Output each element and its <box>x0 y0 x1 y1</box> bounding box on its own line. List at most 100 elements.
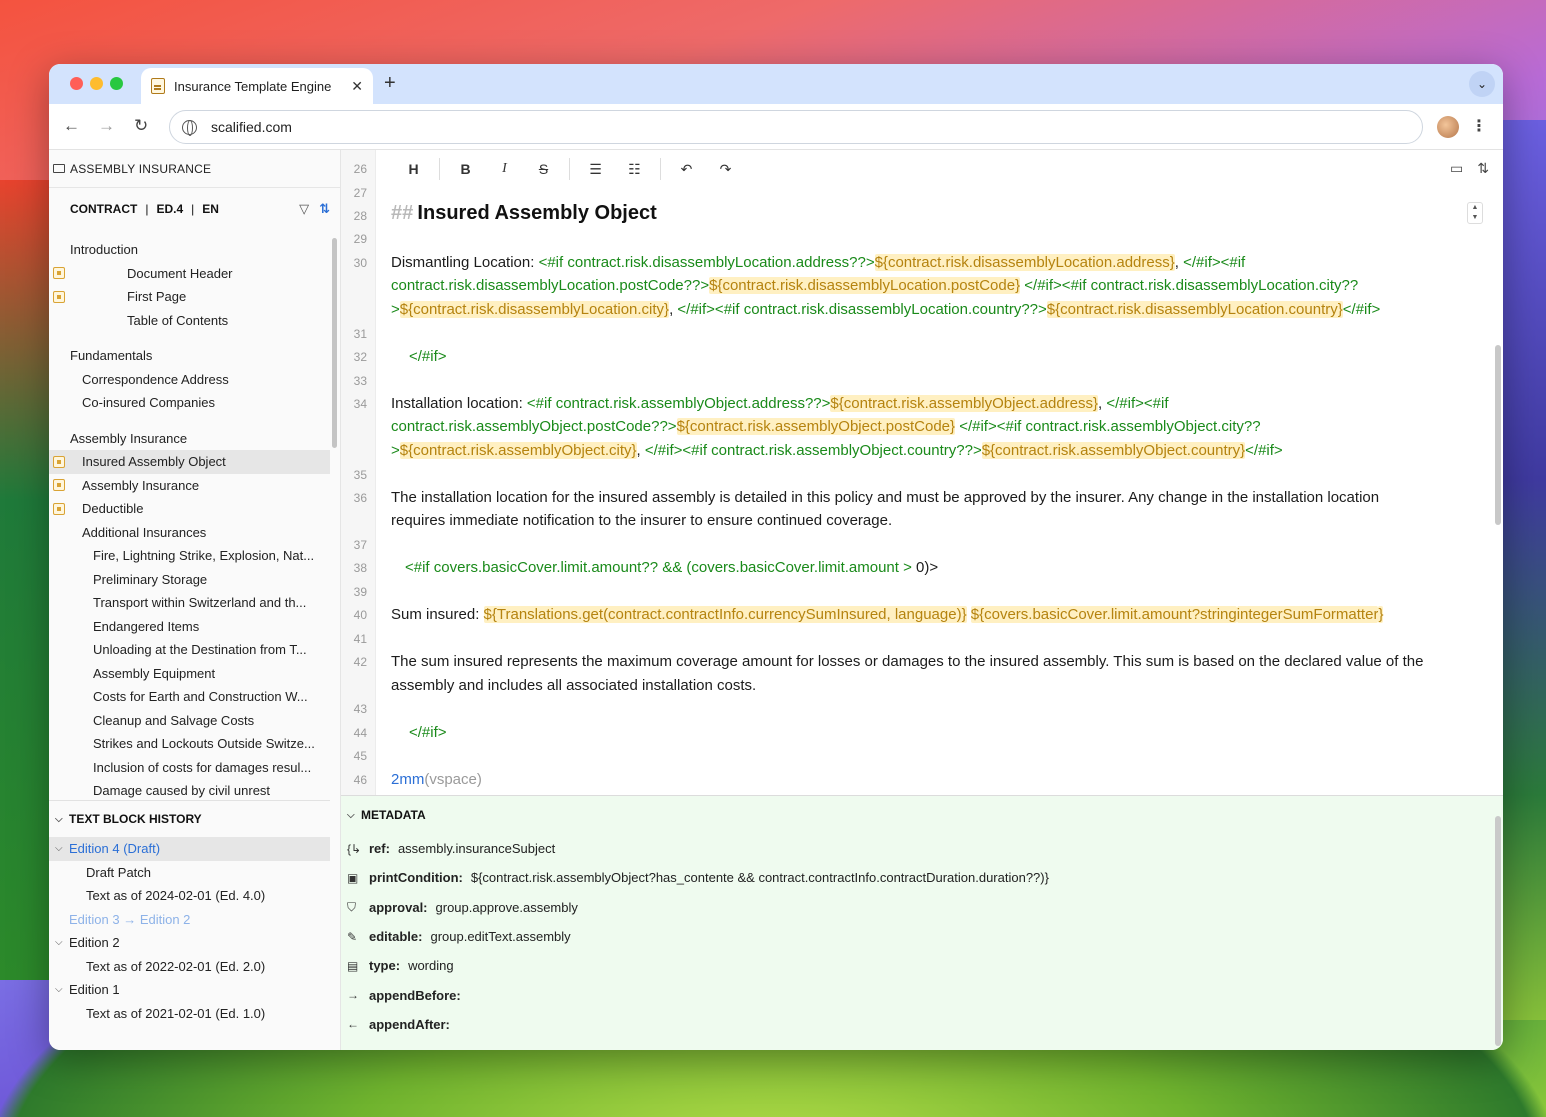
crumb-language[interactable]: EN <box>202 202 219 216</box>
tree-item[interactable]: Assembly Equipment <box>49 662 330 686</box>
bullet-list-icon[interactable]: ☰ <box>576 161 615 178</box>
tree-item[interactable]: Correspondence Address <box>49 368 330 392</box>
section-heading: Insured Assembly Object <box>417 202 657 224</box>
metadata-row[interactable]: ✎ editable: group.editText.assembly <box>341 922 1503 951</box>
tree-item[interactable]: First Page <box>49 285 330 309</box>
tree-item[interactable]: Costs for Earth and Construction W... <box>49 685 330 709</box>
profile-avatar[interactable] <box>1437 116 1459 138</box>
tree-item[interactable]: Document Header <box>49 262 330 286</box>
tree-item[interactable]: Introduction <box>49 238 330 262</box>
strikethrough-button[interactable]: S <box>524 161 563 177</box>
editor-scrollbar[interactable] <box>1495 345 1501 525</box>
tree-item-label: First Page <box>127 289 187 305</box>
bold-button[interactable]: B <box>446 161 485 177</box>
history-item[interactable]: Text as of 2024-02-01 (Ed. 4.0) <box>49 884 330 908</box>
chevron-down-icon: ⌵ <box>55 984 63 996</box>
metadata-scrollbar[interactable] <box>1495 816 1501 1046</box>
history-header[interactable]: ⌵ TEXT BLOCK HISTORY <box>49 801 330 837</box>
tree-item[interactable]: Preliminary Storage <box>49 568 330 592</box>
tree-item[interactable]: Table of Contents <box>49 309 330 333</box>
history-item-label: Edition 3 → Edition 2 <box>69 911 191 927</box>
line-number: 26 <box>353 162 367 176</box>
template-variable: ${contract.risk.assemblyObject.postCode} <box>676 418 956 435</box>
line-number: 45 <box>353 749 367 763</box>
tree-item-label: Fire, Lightning Strike, Explosion, Nat..… <box>93 548 315 564</box>
redo-icon[interactable]: ↷ <box>706 161 745 178</box>
tree-item[interactable]: Cleanup and Salvage Costs <box>49 709 330 733</box>
history-item[interactable]: Text as of 2022-02-01 (Ed. 2.0) <box>49 955 330 979</box>
editor-line: requires immediate notification to the i… <box>391 509 1463 533</box>
new-tab-button[interactable]: + <box>384 72 396 95</box>
history-item[interactable]: ⌵ Edition 2 <box>49 931 330 955</box>
heading-button[interactable]: H <box>394 161 433 177</box>
tab-bar: Insurance Template Engine ✕ + ⌄ <box>49 64 1503 104</box>
save-icon[interactable]: ▭ <box>1450 160 1463 177</box>
template-marker-icon <box>53 267 65 280</box>
minimize-window-button[interactable] <box>90 77 103 90</box>
paragraph-text: assembly and includes all associated ins… <box>391 677 757 694</box>
metadata-row[interactable]: ▤ type: wording <box>341 951 1503 980</box>
metadata-row[interactable]: ← appendAfter: <box>341 1010 1503 1039</box>
crumb-contract[interactable]: CONTRACT <box>70 202 137 216</box>
close-window-button[interactable] <box>70 77 83 90</box>
reload-icon[interactable]: ↻ <box>134 116 148 136</box>
line-number: 40 <box>353 608 367 622</box>
tree-item[interactable]: Additional Insurances <box>49 521 330 545</box>
editor: 26 27 28 29 30 31 32 33 34 35 36 37 38 39 40 41 42 43 44 45… <box>341 150 1503 795</box>
metadata-row[interactable]: → appendBefore: <box>341 980 1503 1009</box>
metadata-key: printCondition: <box>369 870 463 886</box>
metadata-row[interactable]: {↳ ref: assembly.insuranceSubject <box>341 834 1503 863</box>
metadata-row[interactable]: ▣ printCondition: ${contract.risk.assembly… <box>341 863 1503 892</box>
address-bar[interactable]: scalified.com <box>169 110 1423 144</box>
text-span: 0)> <box>916 559 939 576</box>
forward-arrow-icon[interactable]: → <box>98 116 115 136</box>
tree-item[interactable]: Endangered Items <box>49 615 330 639</box>
filter-icon[interactable]: ▽ <box>299 201 309 217</box>
more-menu-icon[interactable]: ⋮ <box>1471 116 1487 136</box>
crumb-edition[interactable]: ED.4 <box>156 202 183 216</box>
compare-icon[interactable]: ⇅ <box>319 201 330 217</box>
tree-item[interactable]: Deductible <box>49 497 330 521</box>
breadcrumb: CONTRACT | ED.4 | EN ▽ ⇅ <box>49 188 340 230</box>
tree-item[interactable]: Strikes and Lockouts Outside Switze... <box>49 732 330 756</box>
tree-item[interactable]: Transport within Switzerland and th... <box>49 591 330 615</box>
tree-item[interactable]: Inclusion of costs for damages resul... <box>49 756 330 780</box>
history-title: TEXT BLOCK HISTORY <box>69 812 202 826</box>
metadata-header[interactable]: ⌵ METADATA <box>341 796 1503 834</box>
italic-button[interactable]: I <box>485 161 524 177</box>
line-number: 27 <box>353 186 367 200</box>
active-tab[interactable]: Insurance Template Engine ✕ <box>141 68 373 104</box>
tab-search-chevron-icon[interactable]: ⌄ <box>1469 71 1495 97</box>
metadata-row[interactable]: ⛉ approval: group.approve.assembly <box>341 893 1503 922</box>
ordered-list-icon[interactable]: ☷ <box>615 161 654 178</box>
chevron-down-icon: ⌵ <box>55 813 63 825</box>
editor-line: The sum insured represents the maximum c… <box>391 650 1463 674</box>
history-item[interactable]: Draft Patch <box>49 861 330 885</box>
tree-item-label: Insured Assembly Object <box>82 454 226 470</box>
tree-item[interactable]: Co-insured Companies <box>49 391 330 415</box>
heading-level-stepper[interactable]: ▲ ▼ <box>1467 202 1483 224</box>
tree-item[interactable]: Unloading at the Destination from T... <box>49 638 330 662</box>
back-arrow-icon[interactable]: ← <box>63 116 80 136</box>
tree-item[interactable]: Insured Assembly Object <box>49 450 330 474</box>
text-span: , <box>1174 254 1184 271</box>
template-directive: </#if> <box>1245 442 1283 459</box>
compare-icon[interactable]: ⇅ <box>1477 160 1489 177</box>
tree-item[interactable]: Damage caused by civil unrest <box>49 779 330 798</box>
tree-item[interactable]: Assembly Insurance <box>49 427 330 451</box>
maximize-window-button[interactable] <box>110 77 123 90</box>
browser-window: Insurance Template Engine ✕ + ⌄ ← → ↻ sc… <box>49 64 1503 1050</box>
history-item[interactable]: ⌵ Edition 4 (Draft) <box>49 837 330 861</box>
tree-item-label: Assembly Insurance <box>70 430 188 446</box>
history-item[interactable]: Text as of 2021-02-01 (Ed. 1.0) <box>49 1002 330 1026</box>
tree-item[interactable]: Assembly Insurance <box>49 474 330 498</box>
tree-item-label: Deductible <box>82 501 144 517</box>
undo-icon[interactable]: ↶ <box>667 161 706 178</box>
tree-item[interactable]: Fundamentals <box>49 344 330 368</box>
history-item[interactable]: Edition 3 → Edition 2 <box>49 908 330 932</box>
tree-item[interactable]: Fire, Lightning Strike, Explosion, Nat..… <box>49 544 330 568</box>
history-item[interactable]: ⌵ Edition 1 <box>49 978 330 1002</box>
close-tab-icon[interactable]: ✕ <box>351 78 363 95</box>
template-variable: ${contract.risk.disassemblyLocation.city… <box>399 301 670 318</box>
sidebar-scrollbar[interactable] <box>332 238 337 798</box>
